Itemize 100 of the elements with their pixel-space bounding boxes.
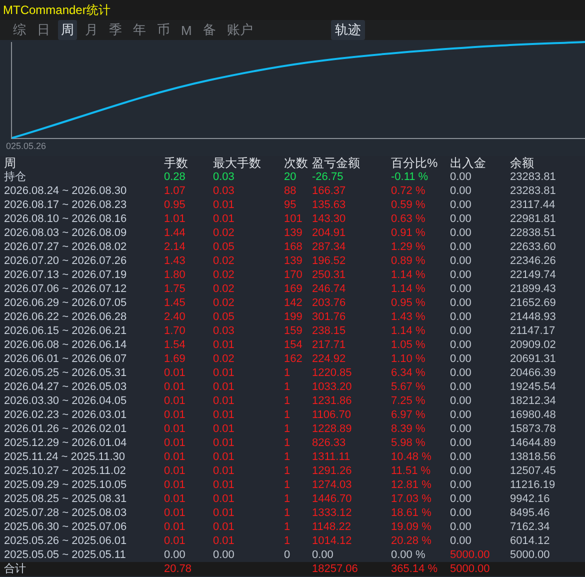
table-cell-text: 0.01 bbox=[213, 450, 236, 464]
table-cell-text: 1333.12 bbox=[312, 506, 353, 520]
table-cell-text: 0.01 bbox=[164, 492, 186, 506]
column-header: 周 bbox=[4, 156, 17, 170]
table-cell-text: 11216.19 bbox=[510, 478, 556, 492]
table-cell-text: 0.91 % bbox=[391, 226, 426, 240]
table-cell-text: 203.76 bbox=[312, 296, 347, 310]
table-cell-text: 0.00 bbox=[450, 464, 472, 478]
table-cell-text: 0.01 bbox=[213, 506, 236, 520]
table-cell-text: 1.80 bbox=[164, 268, 186, 282]
period-tab[interactable]: 季 bbox=[106, 20, 125, 40]
table-cell-text: 0.00 bbox=[450, 380, 472, 394]
table-cell-text: 0.00 bbox=[450, 338, 472, 352]
table-cell-text: 20466.39 bbox=[510, 366, 557, 380]
period-tab[interactable]: 日 bbox=[34, 20, 53, 40]
table-cell-text: 1.14 % bbox=[391, 268, 426, 282]
table-cell-text: 20.78 bbox=[164, 562, 193, 576]
table-cell-text: 166.37 bbox=[312, 184, 347, 198]
table-cell-text: 23117.44 bbox=[510, 198, 556, 212]
table-cell-text: 21652.69 bbox=[510, 296, 557, 310]
table-cell-text: 1.07 bbox=[164, 184, 186, 198]
table-cell-text: 0.59 % bbox=[391, 198, 426, 212]
table-cell-text: 22838.51 bbox=[510, 226, 557, 240]
table-cell-text: 1.54 bbox=[164, 338, 186, 352]
table-cell-text: 20 bbox=[284, 170, 298, 184]
table-cell-text: 1 bbox=[284, 450, 292, 464]
table-cell-text: 22346.26 bbox=[510, 254, 557, 268]
table-cell-text: 0.28 bbox=[164, 170, 186, 184]
table-cell-text: 1.75 bbox=[164, 282, 186, 296]
table-cell-text: 0.00 bbox=[450, 394, 472, 408]
table-cell-text: 1 bbox=[284, 534, 292, 548]
table-cell-text: 2026.06.22 ~ 2026.06.28 bbox=[4, 310, 128, 324]
table-cell-text: 0.00 bbox=[450, 282, 472, 296]
table-cell-text: 1 bbox=[284, 520, 292, 534]
table-cell-text: 19.09 % bbox=[391, 520, 432, 534]
table-cell-text: 0.03 bbox=[213, 170, 236, 184]
table-cell-text: 0.01 bbox=[164, 394, 186, 408]
period-tab[interactable]: 账户 bbox=[224, 20, 256, 40]
table-cell-text: 2026.06.15 ~ 2026.06.21 bbox=[4, 324, 128, 338]
table-cell-text: 101 bbox=[284, 212, 304, 226]
table-cell-text: -26.75 bbox=[312, 170, 344, 184]
table-cell-text: 12507.45 bbox=[510, 464, 557, 478]
table-cell-text: 0.01 bbox=[213, 534, 236, 548]
period-tab[interactable]: 币 bbox=[154, 20, 173, 40]
table-cell-text: 0.01 bbox=[213, 212, 236, 226]
table-cell-text: 0.95 bbox=[164, 198, 186, 212]
column-header: 余额 bbox=[510, 156, 535, 170]
table-cell-text: 0.01 bbox=[164, 366, 186, 380]
table-cell-text: 23283.81 bbox=[510, 170, 557, 184]
table-cell-text: 0.02 bbox=[213, 268, 236, 282]
period-tab[interactable]: 综 bbox=[10, 20, 29, 40]
table-cell-text: 1.69 bbox=[164, 352, 186, 366]
table-cell-text: 2025.05.26 ~ 2025.06.01 bbox=[4, 534, 128, 548]
table-cell-text: 1 bbox=[284, 394, 292, 408]
table-cell-text: 7162.34 bbox=[510, 520, 551, 534]
table-cell-text: 22981.81 bbox=[510, 212, 557, 226]
table-cell-text: 0.01 bbox=[164, 520, 186, 534]
table-cell-text: 1228.89 bbox=[312, 422, 353, 436]
table-cell-text: 5000.00 bbox=[450, 562, 491, 576]
table-cell-text: 5.98 % bbox=[391, 436, 426, 450]
table-cell-text: 5000.00 bbox=[510, 548, 551, 562]
table-cell-text: 0.63 % bbox=[391, 212, 426, 226]
table-cell-text: 18257.06 bbox=[312, 562, 359, 576]
table-cell-text: 143.30 bbox=[312, 212, 347, 226]
period-tab[interactable]: M bbox=[178, 22, 195, 38]
table-cell-text: 1291.26 bbox=[312, 464, 353, 478]
table-cell-text: 162 bbox=[284, 352, 304, 366]
table-cell-text: 0.02 bbox=[213, 226, 236, 240]
table-cell-text: 2025.10.27 ~ 2025.11.02 bbox=[4, 464, 127, 478]
table-cell-text: 2026.08.24 ~ 2026.08.30 bbox=[4, 184, 128, 198]
table-cell-text: 2026.02.23 ~ 2026.03.01 bbox=[4, 408, 128, 422]
table-cell-text: 0.00 bbox=[450, 520, 472, 534]
table-cell-text: 0.00 bbox=[450, 506, 472, 520]
table-cell-text: 2026.07.20 ~ 2026.07.26 bbox=[4, 254, 128, 268]
period-tab[interactable]: 周 bbox=[58, 20, 77, 40]
table-cell-text: 14644.89 bbox=[510, 436, 557, 450]
table-cell-text: 22633.60 bbox=[510, 240, 557, 254]
column-header: 出入金 bbox=[450, 156, 487, 170]
period-tab[interactable]: 年 bbox=[130, 20, 149, 40]
table-cell-text: 5000.00 bbox=[450, 548, 491, 562]
table-cell-text: 0.72 % bbox=[391, 184, 426, 198]
axis-label: 025.05.26 bbox=[6, 141, 46, 151]
table-cell-text: 合计 bbox=[4, 562, 27, 576]
table-cell-text: 1311.11 bbox=[312, 450, 352, 464]
table-cell-text: 0.01 bbox=[213, 408, 236, 422]
table-cell-text: 0.00 bbox=[450, 352, 472, 366]
table-cell-text: 0 bbox=[284, 548, 292, 562]
table-cell-text: 0.01 bbox=[164, 506, 186, 520]
period-tab[interactable]: 备 bbox=[200, 20, 219, 40]
table-cell-text: 0.05 bbox=[213, 310, 236, 324]
table-cell-text: 0.00 bbox=[450, 198, 472, 212]
table-cell-text: 13818.56 bbox=[510, 450, 557, 464]
table-cell-text: 217.71 bbox=[312, 338, 347, 352]
table-cell-text: 2025.11.24 ~ 2025.11.30 bbox=[4, 450, 126, 464]
period-tab[interactable]: 月 bbox=[82, 20, 101, 40]
table-cell-text: 1 bbox=[284, 408, 292, 422]
table-cell-text: 0.01 bbox=[213, 520, 236, 534]
track-button[interactable]: 轨迹 bbox=[330, 20, 365, 40]
table-cell-text: 135.63 bbox=[312, 198, 347, 212]
table-cell-text: 0.01 bbox=[164, 436, 186, 450]
